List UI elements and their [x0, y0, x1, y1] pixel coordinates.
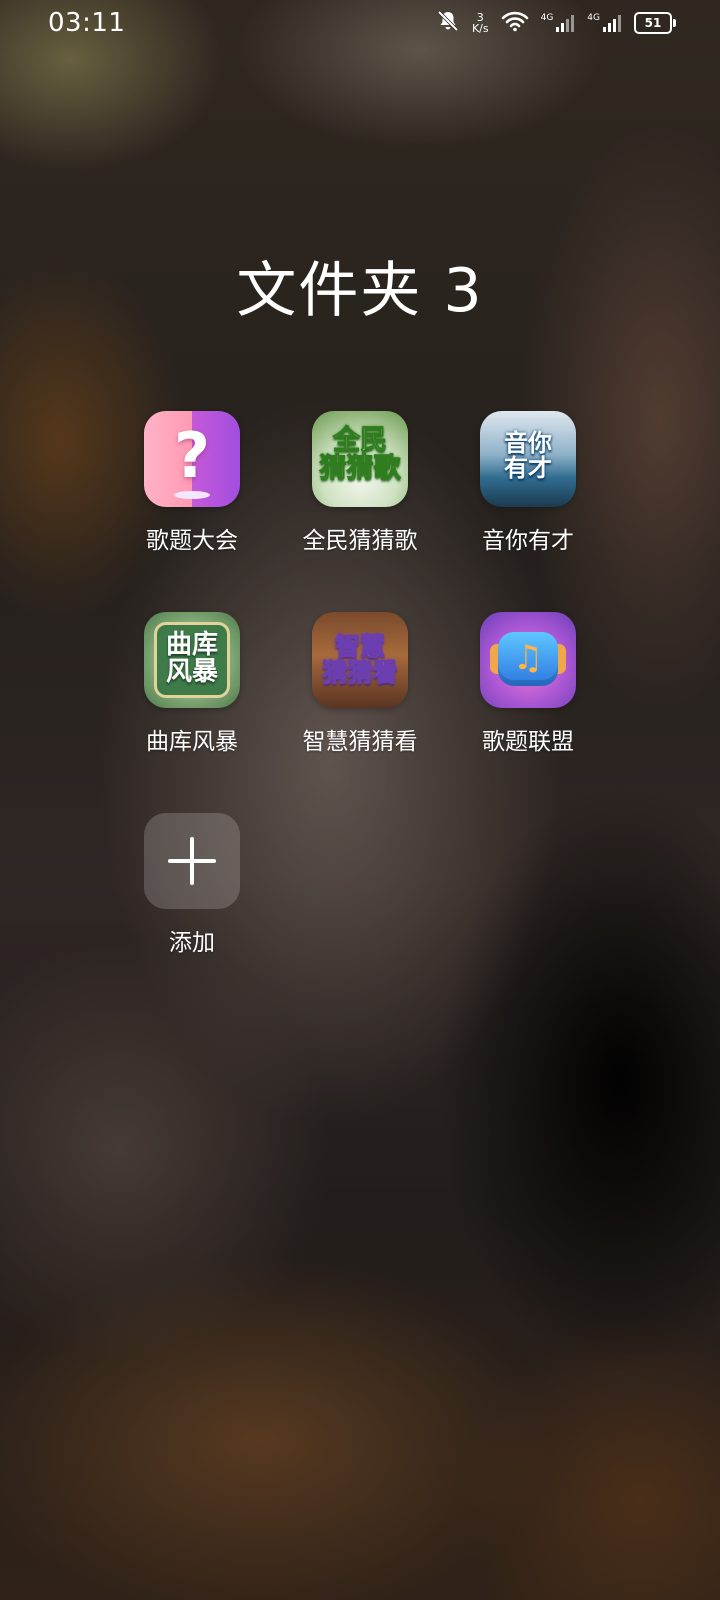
pedestal-shape	[174, 491, 210, 499]
mute-bell-icon	[436, 9, 460, 37]
app-icon-text: 音你 有才	[504, 429, 552, 483]
app-icon-quku-fengbao[interactable]: 曲库 风暴	[144, 612, 240, 708]
app-label: 智慧猜猜看	[302, 729, 418, 755]
app-label: 曲库风暴	[146, 729, 238, 755]
battery-level: 51	[644, 16, 662, 30]
app-icon-yinni-youcai[interactable]: 音你 有才	[480, 411, 576, 507]
music-note-icon: ♫	[512, 638, 544, 678]
folder-title[interactable]: 文件夹 3	[0, 242, 720, 329]
folder-overlay	[0, 0, 720, 1600]
app-label: 全民猜猜歌	[302, 528, 418, 554]
signal-2-label: 4G	[587, 13, 600, 23]
app-yinni-youcai[interactable]: 音你 有才 音你有才	[444, 411, 612, 555]
app-icon-text: 智慧 猜猜看	[322, 632, 398, 688]
battery-icon: 51	[634, 12, 676, 34]
app-icon-gedahui[interactable]: ?	[144, 411, 240, 507]
add-label: 添加	[169, 930, 215, 956]
signal-icon	[556, 15, 575, 32]
app-icon-geti-lianmeng[interactable]: ♫	[480, 612, 576, 708]
status-icons: 3 K/s 4G 4G 51	[436, 8, 676, 38]
app-quku-fengbao[interactable]: 曲库 风暴 曲库风暴	[108, 612, 276, 756]
cellular-signal-2: 4G	[587, 13, 622, 33]
app-icon-zhihui-caicaikan[interactable]: 智慧 猜猜看	[312, 612, 408, 708]
network-speed-unit: K/s	[471, 22, 489, 35]
app-geti-lianmeng[interactable]: ♫ 歌题联盟	[444, 612, 612, 756]
cellular-signal-1: 4G	[541, 13, 576, 33]
app-icon-text: 全民 猜猜歌	[319, 425, 401, 485]
app-label: 音你有才	[482, 528, 574, 554]
add-tile[interactable]	[144, 813, 240, 909]
app-label: 歌题联盟	[482, 729, 574, 755]
app-icon-text: 曲库 风暴	[165, 630, 218, 688]
app-quanmin-caicaige[interactable]: 全民 猜猜歌 全民猜猜歌	[276, 411, 444, 555]
network-speed: 3 K/s	[472, 12, 489, 34]
plus-icon	[168, 837, 216, 885]
signal-1-label: 4G	[540, 13, 554, 23]
signal-icon	[603, 15, 621, 32]
wifi-icon	[501, 10, 529, 36]
app-icon-quanmin-caicaige[interactable]: 全民 猜猜歌	[312, 411, 408, 507]
app-gedahui[interactable]: ? 歌题大会	[108, 411, 276, 555]
status-bar: 03:11 3 K/s 4G 4G 51	[0, 0, 720, 46]
question-mark-icon: ?	[174, 419, 210, 492]
app-zhihui-caicaikan[interactable]: 智慧 猜猜看 智慧猜猜看	[276, 612, 444, 756]
add-app-button[interactable]: 添加	[108, 813, 276, 957]
status-time: 03:11	[48, 8, 126, 38]
app-label: 歌题大会	[146, 528, 238, 554]
